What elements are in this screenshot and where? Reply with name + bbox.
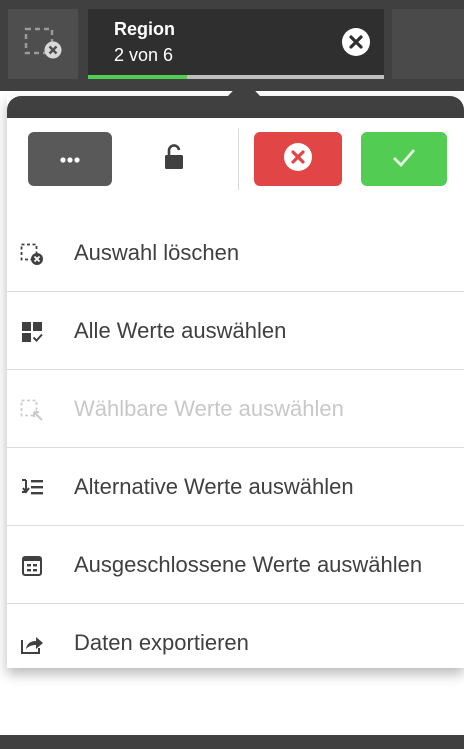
- toolbar-divider: [238, 128, 239, 190]
- selection-state-bar-fill: [88, 75, 187, 79]
- popover-header: [7, 96, 464, 118]
- menu-item-select-alternative[interactable]: Alternative Werte auswählen: [7, 448, 464, 526]
- checkmark-icon: [391, 146, 417, 173]
- selection-bar-empty-slot: [392, 9, 464, 79]
- menu-item-label: Wählbare Werte auswählen: [74, 396, 344, 421]
- close-circle-icon[interactable]: [342, 28, 370, 56]
- clear-selections-icon: [23, 25, 63, 64]
- menu-item-label: Alternative Werte auswählen: [74, 474, 354, 499]
- menu-item-clear-selection[interactable]: Auswahl löschen: [7, 214, 464, 292]
- lock-field-button[interactable]: [147, 132, 201, 186]
- clear-selection-icon: [20, 242, 44, 266]
- unlock-icon: [164, 143, 184, 175]
- confirm-selection-button[interactable]: [361, 132, 447, 186]
- cancel-selection-button[interactable]: [254, 132, 342, 186]
- chip-field-name: Region: [114, 19, 175, 39]
- menu-item-label: Auswahl löschen: [74, 240, 240, 265]
- cancel-circle-icon: [283, 142, 313, 177]
- menu-item-select-possible: Wählbare Werte auswählen: [7, 370, 464, 448]
- chip-selection-count: 2 von 6: [114, 45, 174, 65]
- clear-all-selections-button[interactable]: [8, 9, 78, 79]
- select-possible-icon: [20, 398, 44, 422]
- selection-chip-region[interactable]: Region 2 von 6: [88, 9, 384, 79]
- select-alternative-icon: [20, 476, 44, 500]
- more-options-button[interactable]: [28, 132, 112, 186]
- menu-item-label: Alle Werte auswählen: [74, 318, 287, 343]
- popover-arrow: [228, 79, 260, 96]
- menu-item-select-excluded[interactable]: Ausgeschlossene Werte auswählen: [7, 526, 464, 604]
- select-excluded-icon: [20, 554, 44, 578]
- more-options-icon: [60, 150, 80, 168]
- selection-bar: Region 2 von 6: [0, 0, 464, 91]
- export-icon: [20, 632, 44, 656]
- menu-item-select-all[interactable]: Alle Werte auswählen: [7, 292, 464, 370]
- selection-menu: Auswahl löschen Alle Werte auswählen Wäh…: [7, 214, 464, 682]
- selection-toolbar: [7, 118, 464, 214]
- bottom-bar: [0, 735, 464, 749]
- selection-menu-popover: Auswahl löschen Alle Werte auswählen Wäh…: [7, 79, 464, 668]
- menu-item-label: Ausgeschlossene Werte auswählen: [74, 552, 423, 577]
- select-all-icon: [20, 320, 44, 344]
- menu-item-export-data[interactable]: Daten exportieren: [7, 604, 464, 682]
- menu-item-label: Daten exportieren: [74, 630, 249, 655]
